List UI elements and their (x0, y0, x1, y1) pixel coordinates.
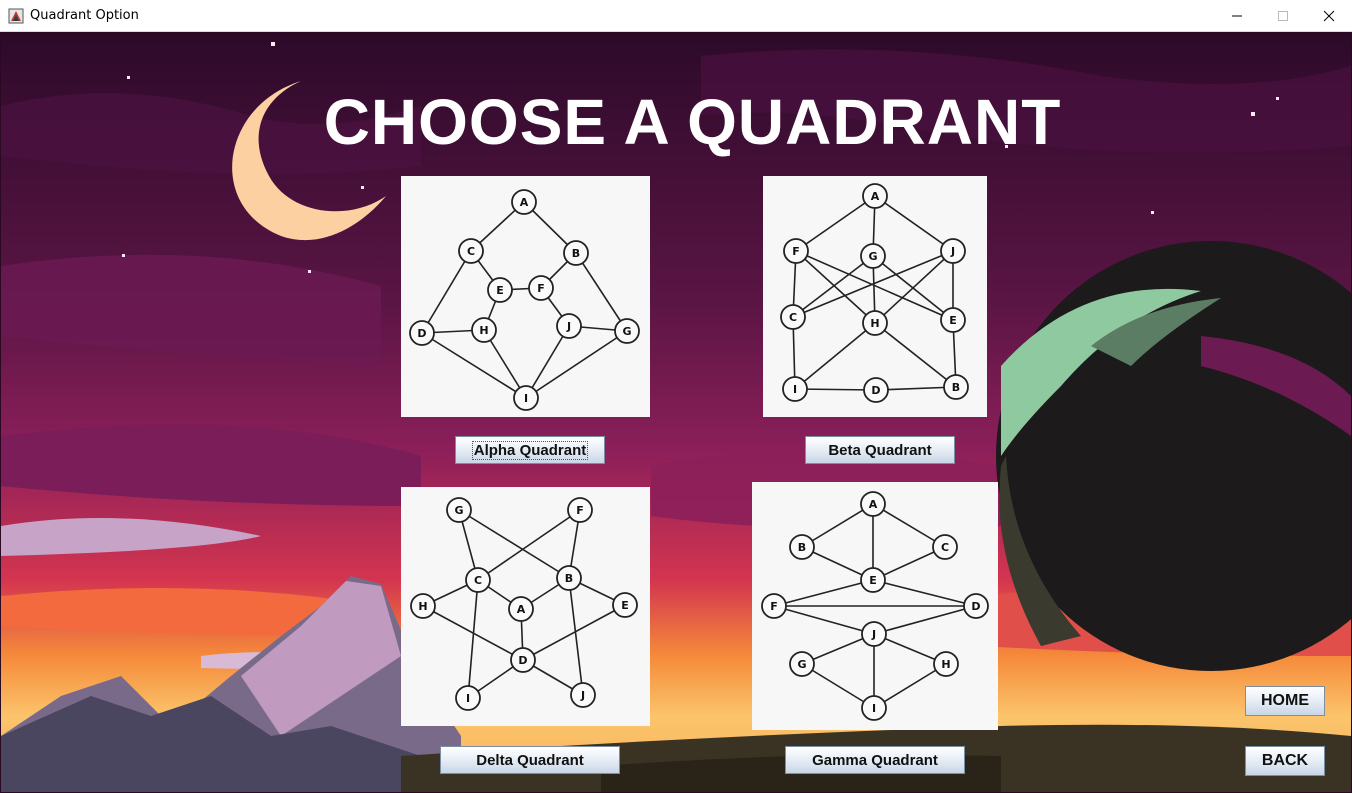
graph-edge (874, 322, 957, 388)
back-button[interactable]: BACK (1245, 746, 1325, 776)
graph-edge (872, 579, 977, 607)
alpha-quadrant-button[interactable]: Alpha Quadrant (455, 436, 605, 464)
close-icon (1323, 10, 1335, 22)
java-app-icon (8, 8, 24, 24)
graph-node-label: D (518, 654, 527, 667)
alpha-quadrant-graph: A C B E F D H J G I (401, 176, 650, 417)
graph-node-label: C (789, 311, 797, 324)
graph-node-label: B (798, 541, 806, 554)
window-title: Quadrant Option (30, 8, 139, 23)
graph-edge (873, 605, 977, 635)
graph-edge (568, 577, 584, 696)
graph-node-label: G (622, 325, 631, 338)
graph-edge (874, 195, 954, 252)
graph-edge (795, 195, 876, 252)
maximize-icon (1278, 11, 1288, 21)
graph-node-label: A (517, 603, 526, 616)
minimize-button[interactable] (1214, 0, 1260, 32)
delta-quadrant-graph: G F C B H A E D I J (401, 487, 650, 726)
gamma-quadrant-graph: A B C E F D J G H I (752, 482, 998, 730)
graph-node-label: C (474, 574, 482, 587)
graph-edge (874, 250, 954, 324)
graph-node-label: F (792, 245, 800, 258)
graph-node-label: I (872, 702, 876, 715)
graph-node-label: F (537, 282, 545, 295)
graph-node-label: G (868, 250, 877, 263)
maximize-button[interactable] (1260, 0, 1306, 32)
graph-node-label: H (479, 324, 488, 337)
delta-quadrant-label: Delta Quadrant (476, 751, 584, 769)
graph-node-label: I (466, 692, 470, 705)
graph-node-label: J (580, 689, 585, 702)
close-button[interactable] (1306, 0, 1352, 32)
graph-node-label: B (952, 381, 960, 394)
graph-node-label: E (621, 599, 629, 612)
graph-node-label: J (871, 628, 876, 641)
graph-node-label: F (770, 600, 778, 613)
graph-node-label: E (869, 574, 877, 587)
graph-node-label: I (524, 392, 528, 405)
graph-node-label: F (576, 504, 584, 517)
graph-node-label: B (572, 247, 580, 260)
graph-edge (421, 250, 472, 334)
graph-node-label: C (467, 245, 475, 258)
graph-node-label: C (941, 541, 949, 554)
beta-quadrant-label: Beta Quadrant (828, 441, 932, 459)
graph-node-label: J (566, 320, 571, 333)
graph-node-label: H (941, 658, 950, 671)
graph-node-label: H (418, 600, 427, 613)
gamma-quadrant-button[interactable]: Gamma Quadrant (785, 746, 965, 774)
graph-node-label: D (417, 327, 426, 340)
graph-edge (525, 330, 628, 399)
minimize-icon (1232, 15, 1242, 17)
beta-quadrant-button[interactable]: Beta Quadrant (805, 436, 955, 464)
graph-node-label: G (454, 504, 463, 517)
graph-node-label: D (871, 384, 880, 397)
graph-node-label: I (793, 383, 797, 396)
graph-node-label: A (869, 498, 878, 511)
graph-node-label: E (496, 284, 504, 297)
beta-quadrant-graph: A F G J C H E I D B (763, 176, 987, 417)
alpha-quadrant-label: Alpha Quadrant (471, 440, 589, 460)
graph-edge (794, 322, 876, 390)
window-titlebar: Quadrant Option (0, 0, 1352, 32)
graph-node-label: A (520, 196, 529, 209)
graph-edge (773, 579, 874, 607)
graph-node-label: E (949, 314, 957, 327)
quadrant-screen: CHOOSE A QUADRANT A C B E F D H J G I Alpha Quadr… (1, 36, 1351, 792)
graph-node-label: J (950, 245, 955, 258)
graph-node-label: B (565, 572, 573, 585)
graph-edge (575, 252, 628, 332)
graph-node-label: D (971, 600, 980, 613)
graph-edge (773, 605, 875, 635)
back-label: BACK (1261, 752, 1309, 769)
graph-edge (792, 255, 874, 318)
page-title: CHOOSE A QUADRANT (323, 86, 1062, 158)
gamma-quadrant-label: Gamma Quadrant (812, 751, 938, 769)
graph-edge (421, 332, 527, 399)
home-button[interactable]: HOME (1245, 686, 1325, 716)
graph-edge (467, 579, 479, 699)
graph-node-label: G (797, 658, 806, 671)
delta-quadrant-button[interactable]: Delta Quadrant (440, 746, 620, 774)
home-label: HOME (1261, 692, 1309, 709)
graph-node-label: A (871, 190, 880, 203)
graph-node-label: H (870, 317, 879, 330)
